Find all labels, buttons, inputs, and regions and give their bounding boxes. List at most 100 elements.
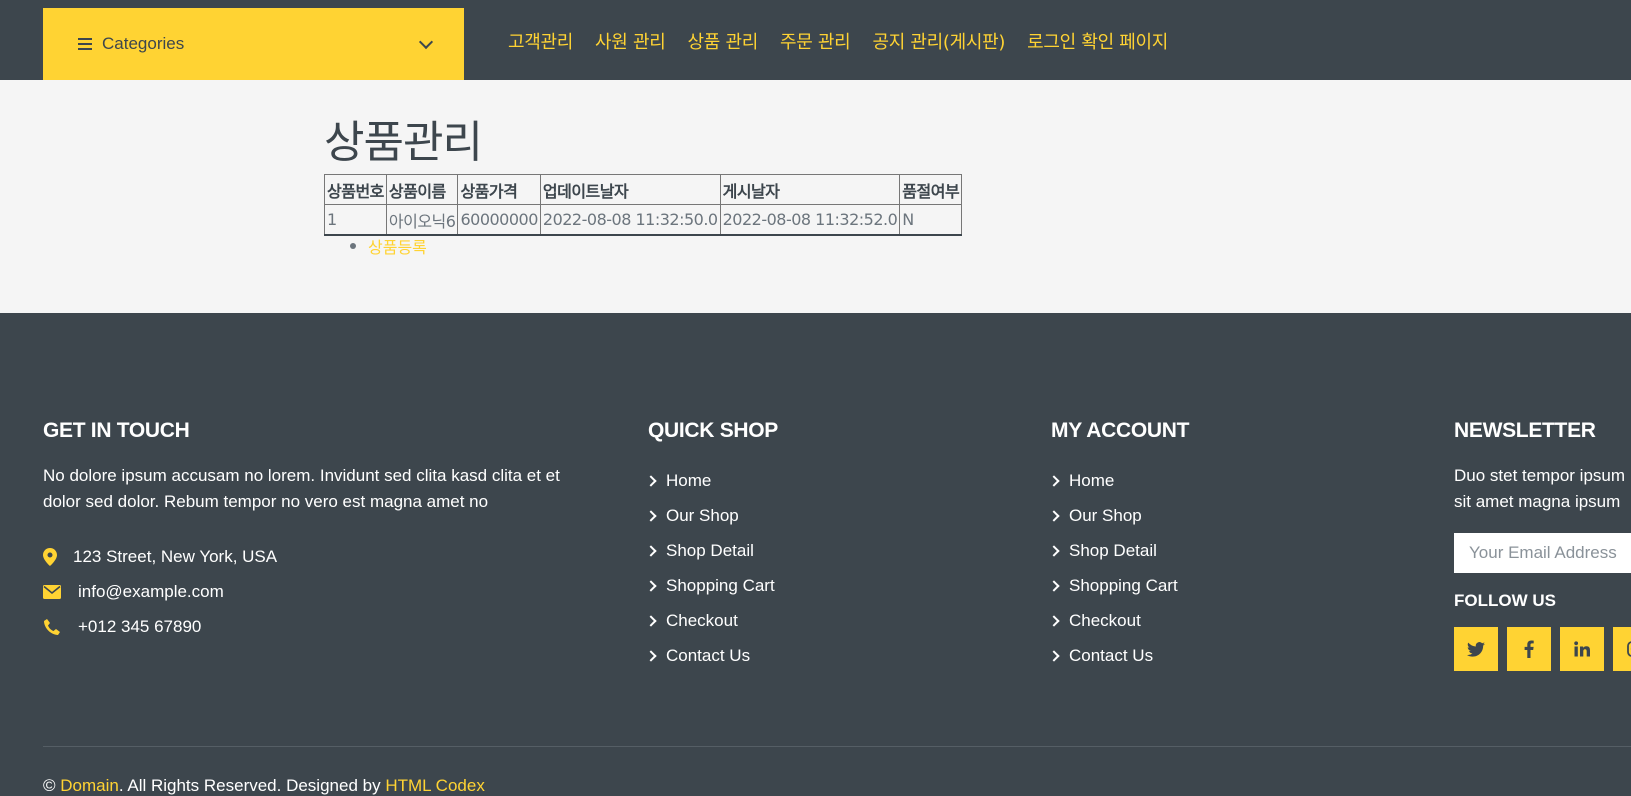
quick-shop-link-shopping-cart[interactable]: Shopping Cart — [645, 568, 778, 603]
main-content: 상품관리 상품번호 상품이름 상품가격 업데이트날자 게시날자 품절여부 1 아… — [0, 80, 1631, 313]
register-product-link[interactable]: 상품등록 — [368, 234, 427, 258]
list-item: 상품등록 — [350, 234, 427, 258]
bullet-icon — [350, 243, 356, 249]
instagram-button[interactable] — [1613, 627, 1631, 671]
link-label: Our Shop — [666, 505, 739, 525]
link-label: Checkout — [1069, 610, 1141, 630]
quick-shop-link-our-shop[interactable]: Our Shop — [645, 498, 778, 533]
chevron-right-icon — [1048, 649, 1060, 662]
nav-link-employee[interactable]: 사원 관리 — [595, 28, 666, 54]
table-cell: 1 — [324, 204, 387, 236]
twitter-button[interactable] — [1454, 627, 1498, 671]
quick-shop-link-checkout[interactable]: Checkout — [645, 603, 778, 638]
chevron-right-icon — [645, 474, 657, 487]
link-label: Our Shop — [1069, 505, 1142, 525]
email-text: info@example.com — [78, 581, 224, 601]
link-label: Shopping Cart — [666, 575, 775, 595]
newsletter-email-input[interactable] — [1454, 533, 1631, 573]
quick-shop-section: QUICK SHOP Home Our Shop Shop Detail Sho… — [645, 419, 778, 673]
chevron-right-icon — [1048, 509, 1060, 522]
my-account-section: MY ACCOUNT Home Our Shop Shop Detail Sho… — [1048, 419, 1189, 673]
nav-link-order[interactable]: 주문 관리 — [780, 28, 851, 54]
nav-link-login-check[interactable]: 로그인 확인 페이지 — [1027, 28, 1168, 54]
table-header-row: 상품번호 상품이름 상품가격 업데이트날자 게시날자 품절여부 — [324, 174, 963, 205]
nav-link-notice[interactable]: 공지 관리(게시판) — [872, 28, 1005, 54]
link-label: Home — [666, 470, 712, 490]
table-header: 게시날자 — [719, 174, 901, 205]
my-account-links: Home Our Shop Shop Detail Shopping Cart … — [1048, 463, 1189, 673]
domain-link[interactable]: Domain — [60, 776, 119, 795]
envelope-icon — [43, 584, 78, 599]
chevron-right-icon — [1048, 474, 1060, 487]
email-row: info@example.com — [43, 574, 573, 609]
table-row: 1 아이오닉6 60000000 2022-08-08 11:32:50.0 2… — [324, 204, 963, 236]
chevron-right-icon — [645, 579, 657, 592]
navbar: Categories 고객관리 사원 관리 상품 관리 주문 관리 공지 관리(… — [0, 8, 1631, 80]
chevron-down-icon — [418, 34, 434, 49]
chevron-right-icon — [1048, 544, 1060, 557]
copyright: © Domain. All Rights Reserved. Designed … — [43, 776, 485, 796]
table-cell: 2022-08-08 11:32:50.0 — [539, 204, 721, 236]
map-marker-icon — [43, 547, 73, 566]
link-label: Shopping Cart — [1069, 575, 1178, 595]
product-table: 상품번호 상품이름 상품가격 업데이트날자 게시날자 품절여부 1 아이오닉6 … — [324, 174, 963, 236]
nav-link-customer[interactable]: 고객관리 — [508, 28, 573, 54]
phone-icon — [43, 618, 78, 636]
newsletter-section: NEWSLETTER Duo stet tempor ipsum sit ame… — [1454, 419, 1631, 671]
chevron-right-icon — [645, 509, 657, 522]
my-account-link-shop-detail[interactable]: Shop Detail — [1048, 533, 1189, 568]
get-in-touch-heading: GET IN TOUCH — [43, 419, 190, 442]
my-account-link-our-shop[interactable]: Our Shop — [1048, 498, 1189, 533]
quick-shop-link-shop-detail[interactable]: Shop Detail — [645, 533, 778, 568]
table-header: 상품가격 — [457, 174, 541, 205]
chevron-right-icon — [645, 614, 657, 627]
chevron-right-icon — [1048, 614, 1060, 627]
chevron-right-icon — [1048, 579, 1060, 592]
quick-shop-links: Home Our Shop Shop Detail Shopping Cart … — [645, 463, 778, 673]
copyright-middle: . All Rights Reserved. Designed by — [118, 776, 386, 795]
table-cell: 60000000 — [457, 204, 541, 236]
designer-link[interactable]: HTML Codex — [385, 776, 485, 795]
footer: GET IN TOUCH No dolore ipsum accusam no … — [0, 313, 1631, 796]
quick-shop-link-contact[interactable]: Contact Us — [645, 638, 778, 673]
newsletter-form — [1454, 515, 1631, 573]
quick-shop-link-home[interactable]: Home — [645, 463, 778, 498]
social-buttons — [1454, 611, 1631, 671]
table-cell: N — [899, 204, 963, 236]
footer-divider — [43, 746, 1631, 747]
facebook-icon — [1524, 640, 1534, 658]
instagram-icon — [1627, 641, 1631, 657]
nav-links: 고객관리 사원 관리 상품 관리 주문 관리 공지 관리(게시판) 로그인 확인… — [508, 8, 1190, 74]
categories-dropdown[interactable]: Categories — [43, 8, 464, 80]
chevron-right-icon — [645, 649, 657, 662]
table-header: 상품이름 — [385, 174, 459, 205]
my-account-link-home[interactable]: Home — [1048, 463, 1189, 498]
table-header: 업데이트날자 — [539, 174, 721, 205]
address-row: 123 Street, New York, USA — [43, 539, 573, 574]
my-account-link-shopping-cart[interactable]: Shopping Cart — [1048, 568, 1189, 603]
get-in-touch-text: No dolore ipsum accusam no lorem. Invidu… — [43, 466, 560, 511]
chevron-right-icon — [645, 544, 657, 557]
linkedin-button[interactable] — [1560, 627, 1604, 671]
newsletter-heading: NEWSLETTER — [1454, 419, 1596, 442]
link-label: Shop Detail — [666, 540, 754, 560]
newsletter-text: Duo stet tempor ipsum sit amet magna ips… — [1454, 466, 1626, 511]
link-label: Contact Us — [1069, 645, 1154, 665]
phone-text: +012 345 67890 — [78, 616, 202, 636]
table-cell: 2022-08-08 11:32:52.0 — [719, 204, 901, 236]
facebook-button[interactable] — [1507, 627, 1551, 671]
phone-row: +012 345 67890 — [43, 609, 573, 644]
my-account-link-checkout[interactable]: Checkout — [1048, 603, 1189, 638]
follow-us-label: FOLLOW US — [1454, 591, 1556, 610]
table-cell: 아이오닉6 — [385, 204, 459, 236]
link-label: Shop Detail — [1069, 540, 1157, 560]
address-text: 123 Street, New York, USA — [73, 546, 278, 566]
link-label: Checkout — [666, 610, 738, 630]
nav-link-product[interactable]: 상품 관리 — [688, 28, 759, 54]
linkedin-icon — [1574, 641, 1590, 657]
table-header: 상품번호 — [324, 174, 387, 205]
my-account-link-contact[interactable]: Contact Us — [1048, 638, 1189, 673]
link-label: Contact Us — [666, 645, 751, 665]
categories-label: Categories — [102, 34, 185, 53]
get-in-touch-section: GET IN TOUCH No dolore ipsum accusam no … — [43, 419, 573, 644]
